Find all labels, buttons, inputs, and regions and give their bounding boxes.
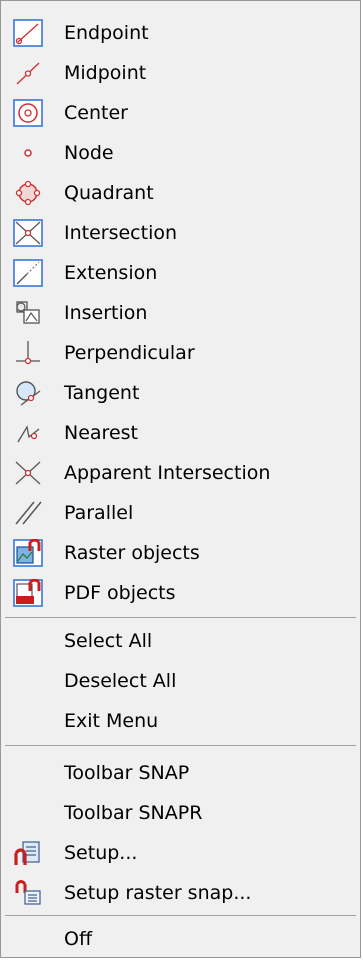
menu-item-label: Center — [64, 102, 128, 124]
menu-item-label: Perpendicular — [64, 342, 195, 364]
menu-item-label: Off — [64, 928, 93, 950]
midpoint-icon — [13, 59, 43, 87]
menu-item-endpoint[interactable]: Endpoint — [1, 13, 360, 53]
menu-item-midpoint[interactable]: Midpoint — [1, 53, 360, 93]
extension-icon — [13, 259, 43, 287]
menu-item-nearest[interactable]: Nearest — [1, 413, 360, 453]
menu-item-extension[interactable]: Extension — [1, 253, 360, 293]
menu-item-label: Setup raster snap... — [64, 882, 252, 904]
menu-item-node[interactable]: Node — [1, 133, 360, 173]
endpoint-icon — [13, 19, 43, 47]
menu-item-label: Midpoint — [64, 62, 147, 84]
menu-item-label: Insertion — [64, 302, 148, 324]
menu-item-label: Parallel — [64, 502, 134, 524]
osnap-context-menu: Endpoint Midpoint Center Node Quadrant I… — [0, 0, 361, 958]
menu-item-label: Select All — [64, 630, 153, 652]
menu-item-label: Apparent Intersection — [64, 462, 271, 484]
menu-item-toolbar-snap[interactable]: Toolbar SNAP — [1, 753, 360, 793]
menu-item-label: Deselect All — [64, 670, 177, 692]
menu-item-quadrant[interactable]: Quadrant — [1, 173, 360, 213]
menu-item-label: Intersection — [64, 222, 178, 244]
menu-item-label: Setup... — [64, 842, 138, 864]
menu-item-setup-raster-snap[interactable]: Setup raster snap... — [1, 873, 360, 913]
menu-item-setup[interactable]: Setup... — [1, 833, 360, 873]
insertion-icon — [13, 299, 43, 327]
menu-item-label: Toolbar SNAP — [64, 762, 190, 784]
setup-raster-snap-icon — [13, 879, 43, 907]
menu-item-label: Toolbar SNAPR — [64, 802, 203, 824]
setup-icon — [13, 839, 43, 867]
menu-item-insertion[interactable]: Insertion — [1, 293, 360, 333]
menu-item-apparent-intersection[interactable]: Apparent Intersection — [1, 453, 360, 493]
apparent-intersection-icon — [13, 459, 43, 487]
menu-item-parallel[interactable]: Parallel — [1, 493, 360, 533]
menu-item-intersection[interactable]: Intersection — [1, 213, 360, 253]
menu-item-label: PDF objects — [64, 582, 176, 604]
menu-item-label: Raster objects — [64, 542, 200, 564]
parallel-icon — [13, 499, 43, 527]
menu-separator — [5, 915, 356, 916]
node-icon — [13, 139, 43, 167]
intersection-icon — [13, 219, 43, 247]
menu-separator — [5, 617, 356, 618]
menu-item-off[interactable]: Off — [1, 919, 360, 959]
quadrant-icon — [13, 179, 43, 207]
perpendicular-icon — [13, 339, 43, 367]
menu-item-label: Endpoint — [64, 22, 149, 44]
menu-item-label: Extension — [64, 262, 158, 284]
menu-item-label: Exit Menu — [64, 710, 159, 732]
menu-item-tangent[interactable]: Tangent — [1, 373, 360, 413]
center-icon — [13, 99, 43, 127]
pdf-objects-icon — [13, 579, 43, 607]
menu-item-deselect-all[interactable]: Deselect All — [1, 661, 360, 701]
menu-item-perpendicular[interactable]: Perpendicular — [1, 333, 360, 373]
menu-item-toolbar-snapr[interactable]: Toolbar SNAPR — [1, 793, 360, 833]
raster-objects-icon — [13, 539, 43, 567]
menu-item-label: Nearest — [64, 422, 138, 444]
menu-item-center[interactable]: Center — [1, 93, 360, 133]
menu-item-exit-menu[interactable]: Exit Menu — [1, 701, 360, 741]
menu-item-label: Quadrant — [64, 182, 154, 204]
menu-item-raster-objects[interactable]: Raster objects — [1, 533, 360, 573]
menu-separator — [5, 745, 356, 746]
menu-item-select-all[interactable]: Select All — [1, 621, 360, 661]
tangent-icon — [13, 379, 43, 407]
menu-item-pdf-objects[interactable]: PDF objects — [1, 573, 360, 613]
nearest-icon — [13, 419, 43, 447]
menu-item-label: Tangent — [64, 382, 140, 404]
menu-item-label: Node — [64, 142, 114, 164]
